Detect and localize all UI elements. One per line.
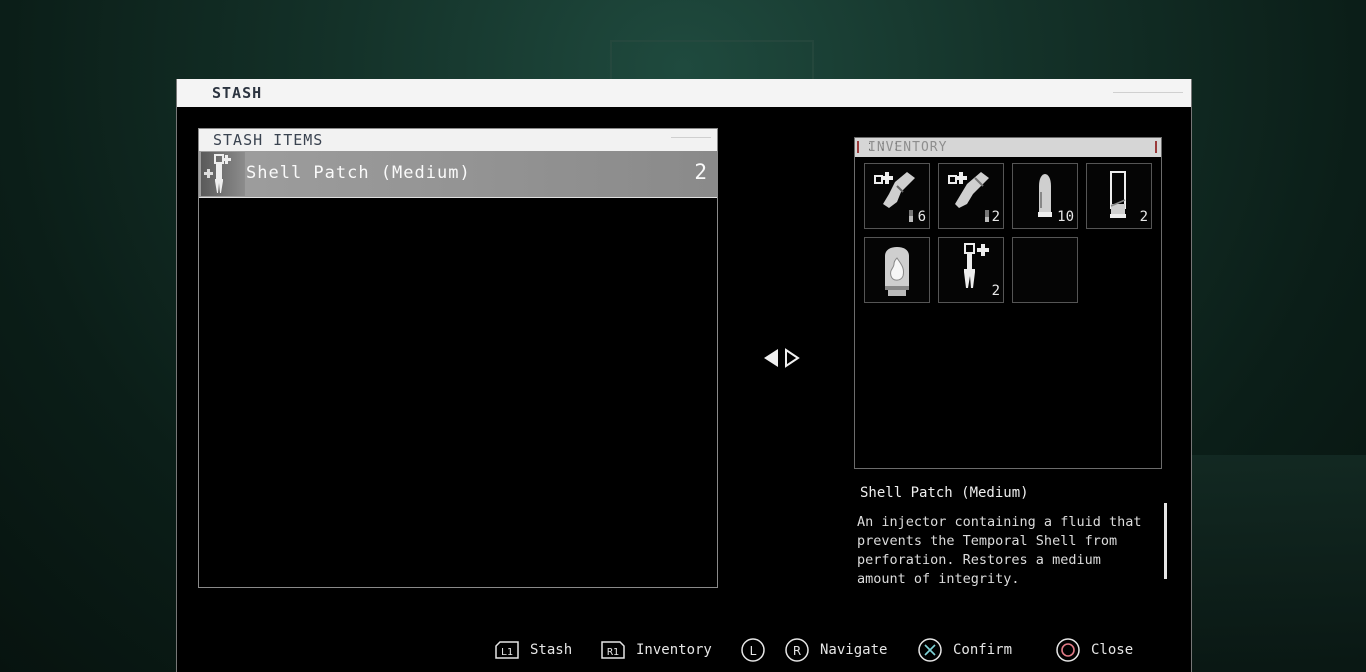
control-hints: L1 Stash R1 Inventory L R Navigate Confi… bbox=[494, 637, 1154, 663]
stash-items-panel: STASH ITEMS Shell Patch (Medium) 2 bbox=[198, 128, 718, 588]
slot-quantity: 2 bbox=[991, 209, 1000, 225]
stash-item-quantity: 2 bbox=[694, 160, 707, 184]
arrow-left-icon bbox=[764, 349, 778, 367]
svg-text:L: L bbox=[750, 644, 757, 658]
svg-text:R: R bbox=[793, 644, 801, 658]
r1-button-icon: R1 bbox=[601, 641, 625, 659]
circle-button-icon bbox=[1056, 638, 1080, 662]
inventory-slot[interactable]: 2 bbox=[938, 163, 1004, 229]
item-description-text: An injector containing a fluid that prev… bbox=[857, 514, 1142, 587]
stash-items-title: STASH ITEMS bbox=[213, 131, 324, 149]
left-stick-icon: L bbox=[741, 638, 765, 662]
background-door bbox=[610, 40, 814, 82]
hint-close-label: Close bbox=[1091, 642, 1134, 658]
arrow-right-icon bbox=[785, 348, 800, 368]
inventory-slot[interactable]: 10 bbox=[1012, 163, 1078, 229]
transfer-arrows bbox=[761, 346, 803, 370]
slot-quantity: 2 bbox=[991, 283, 1000, 299]
cross-button-icon bbox=[918, 638, 942, 662]
inventory-slot[interactable]: 6 bbox=[864, 163, 930, 229]
hint-inventory-label: Inventory bbox=[636, 642, 712, 658]
header-decoration bbox=[671, 137, 711, 138]
window-titlebar: STASH bbox=[177, 79, 1191, 107]
item-description-title: Shell Patch (Medium) bbox=[860, 485, 1029, 501]
hint-navigate-label: Navigate bbox=[820, 642, 888, 658]
hint-stash[interactable]: L1 Stash bbox=[494, 637, 572, 663]
shell-patch-icon bbox=[201, 152, 245, 196]
background-crate bbox=[1190, 455, 1366, 672]
header-tick bbox=[1155, 141, 1157, 153]
header-tick bbox=[857, 141, 859, 153]
hint-inventory[interactable]: R1 Inventory bbox=[600, 637, 712, 663]
stash-items-header: STASH ITEMS bbox=[199, 129, 717, 151]
l1-button-icon: L1 bbox=[495, 641, 519, 659]
hint-stash-label: Stash bbox=[530, 642, 573, 658]
slot-quantity: 2 bbox=[1139, 209, 1148, 225]
inventory-empty-slot[interactable] bbox=[1012, 237, 1078, 303]
stash-item-name: Shell Patch (Medium) bbox=[246, 163, 471, 183]
svg-text:R1: R1 bbox=[607, 647, 619, 658]
right-stick-icon: R bbox=[785, 638, 809, 662]
hint-close[interactable]: Close bbox=[1055, 637, 1133, 663]
window-title: STASH bbox=[212, 84, 263, 102]
inventory-panel: INVENTORY ⁚ ⁚ ⁚ 6 2 10 2 2 bbox=[854, 137, 1162, 469]
titlebar-decoration bbox=[1113, 92, 1183, 93]
inventory-slot[interactable] bbox=[864, 237, 930, 303]
description-scrollbar[interactable] bbox=[1164, 503, 1167, 579]
hint-navigate[interactable]: L R Navigate bbox=[740, 637, 887, 663]
slot-quantity: 10 bbox=[1057, 209, 1074, 225]
stash-window: STASH STASH ITEMS Shell Patch (Medium) 2 bbox=[176, 79, 1192, 672]
inventory-slot[interactable]: 2 bbox=[1086, 163, 1152, 229]
hint-confirm[interactable]: Confirm bbox=[917, 637, 1012, 663]
hint-confirm-label: Confirm bbox=[953, 642, 1013, 658]
header-dots: ⁚ ⁚ ⁚ bbox=[868, 142, 900, 153]
fire-canister-icon bbox=[885, 247, 909, 296]
svg-text:L1: L1 bbox=[501, 647, 513, 658]
inventory-header: INVENTORY ⁚ ⁚ ⁚ bbox=[855, 138, 1161, 157]
inventory-slot[interactable]: 2 bbox=[938, 237, 1004, 303]
slot-quantity: 6 bbox=[917, 209, 926, 225]
stash-item-row[interactable]: Shell Patch (Medium) 2 bbox=[199, 151, 717, 198]
